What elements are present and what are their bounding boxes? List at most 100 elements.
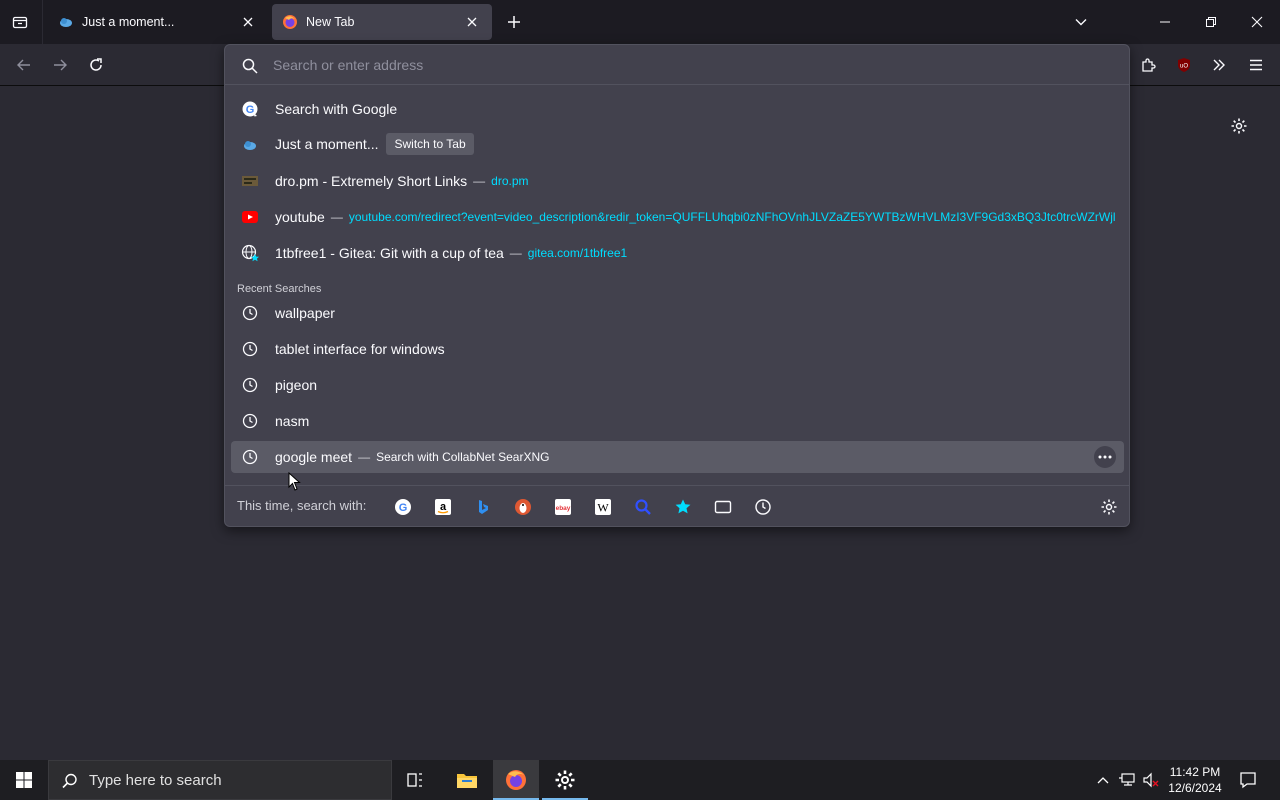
tab-separator bbox=[42, 0, 43, 44]
chevron-up-icon bbox=[1097, 777, 1109, 784]
engine-amazon-button[interactable]: a bbox=[431, 495, 455, 519]
newtab-settings-button[interactable] bbox=[1226, 113, 1252, 139]
result-title: Just a moment... bbox=[275, 136, 379, 152]
close-tab-button[interactable] bbox=[462, 12, 482, 32]
new-tab-button[interactable] bbox=[500, 8, 528, 36]
taskbar-firefox[interactable] bbox=[493, 760, 539, 800]
firefox-icon bbox=[282, 14, 298, 30]
network-icon bbox=[1119, 773, 1135, 786]
clock-icon bbox=[241, 412, 259, 430]
result-menu-button[interactable] bbox=[1094, 446, 1116, 468]
hamburger-icon bbox=[1250, 59, 1262, 71]
close-icon bbox=[467, 17, 477, 27]
tab-title: Just a moment... bbox=[82, 15, 175, 29]
taskbar-file-explorer[interactable] bbox=[444, 760, 490, 800]
firefox-view-button[interactable] bbox=[4, 6, 36, 38]
firefox-icon bbox=[506, 770, 526, 790]
one-off-search-bar: This time, search with: G a ebay W bbox=[225, 485, 1129, 527]
start-button[interactable] bbox=[0, 760, 48, 800]
minimize-icon bbox=[1160, 21, 1170, 23]
gear-icon bbox=[555, 770, 575, 790]
bookmarks-icon bbox=[675, 499, 691, 514]
switch-to-tab-button[interactable]: Switch to Tab bbox=[386, 133, 474, 155]
search-settings-button[interactable] bbox=[1097, 495, 1121, 519]
result-title: Search with Google bbox=[275, 101, 398, 117]
app-menu-button[interactable] bbox=[1240, 49, 1272, 81]
show-hidden-icons-button[interactable] bbox=[1092, 760, 1114, 800]
search-tabs-button[interactable] bbox=[711, 495, 735, 519]
plus-icon bbox=[508, 16, 520, 28]
folder-icon bbox=[457, 774, 477, 788]
arrow-right-icon bbox=[54, 59, 67, 71]
recent-search-item[interactable]: nasm bbox=[231, 405, 1124, 437]
tab-new-tab[interactable]: New Tab bbox=[272, 4, 492, 40]
network-button[interactable] bbox=[1116, 760, 1138, 800]
engine-duckduckgo-button[interactable] bbox=[511, 495, 535, 519]
engine-google-button[interactable]: G bbox=[391, 495, 415, 519]
dropm-icon bbox=[241, 172, 259, 190]
taskbar-clock[interactable]: 11:42 PM 12/6/2024 bbox=[1166, 764, 1224, 796]
result-gitea[interactable]: 1tbfree1 - Gitea: Git with a cup of tea … bbox=[231, 237, 1124, 269]
result-dropm[interactable]: dro.pm - Extremely Short Links — dro.pm bbox=[231, 165, 1124, 197]
clock-time: 11:42 PM bbox=[1169, 765, 1221, 779]
mouse-cursor-icon bbox=[288, 472, 301, 491]
close-window-button[interactable] bbox=[1234, 0, 1280, 44]
overflow-menu-button[interactable] bbox=[1203, 49, 1235, 81]
recent-search-item[interactable]: wallpaper bbox=[231, 297, 1124, 329]
recent-search-item-selected[interactable]: google meet — Search with CollabNet Sear… bbox=[231, 441, 1124, 473]
windows-logo-icon bbox=[16, 772, 32, 788]
windows-taskbar: Type here to search 11:42 PM 12/6/2024 bbox=[0, 760, 1280, 800]
search-icon bbox=[62, 773, 77, 789]
engine-ebay-button[interactable]: ebay bbox=[551, 495, 575, 519]
task-view-button[interactable] bbox=[392, 760, 438, 800]
result-title: tablet interface for windows bbox=[275, 341, 445, 357]
svg-text:G: G bbox=[399, 502, 408, 514]
result-title: nasm bbox=[275, 413, 310, 429]
google-icon: G bbox=[395, 499, 411, 515]
close-tab-button[interactable] bbox=[238, 12, 258, 32]
taskbar-settings[interactable] bbox=[542, 760, 588, 800]
reload-icon bbox=[90, 58, 102, 71]
close-icon bbox=[1251, 16, 1263, 28]
extensions-button[interactable] bbox=[1132, 49, 1164, 81]
result-separator: — bbox=[473, 174, 486, 188]
one-off-label: This time, search with: bbox=[237, 498, 367, 513]
back-button[interactable] bbox=[8, 49, 40, 81]
result-title: google meet bbox=[275, 449, 353, 465]
puzzle-icon bbox=[1142, 58, 1156, 72]
engine-bing-button[interactable] bbox=[471, 495, 495, 519]
engine-wikipedia-button[interactable]: W bbox=[591, 495, 615, 519]
result-switch-tab[interactable]: Just a moment... Switch to Tab bbox=[231, 129, 1124, 161]
notification-icon bbox=[1240, 772, 1256, 789]
search-history-button[interactable] bbox=[751, 495, 775, 519]
more-horizontal-icon bbox=[1098, 455, 1112, 459]
minimize-button[interactable] bbox=[1142, 0, 1188, 44]
recent-search-item[interactable]: tablet interface for windows bbox=[231, 333, 1124, 365]
search-bookmarks-button[interactable] bbox=[671, 495, 695, 519]
svg-text:G: G bbox=[246, 104, 255, 116]
forward-button[interactable] bbox=[44, 49, 76, 81]
recent-search-item[interactable]: pigeon bbox=[231, 369, 1124, 401]
clock-date: 12/6/2024 bbox=[1168, 781, 1222, 795]
restore-button[interactable] bbox=[1188, 0, 1234, 44]
list-all-tabs-button[interactable] bbox=[1058, 0, 1104, 44]
action-center-button[interactable] bbox=[1234, 760, 1262, 800]
result-title: 1tbfree1 - Gitea: Git with a cup of tea bbox=[275, 245, 504, 261]
clock-icon bbox=[241, 376, 259, 394]
result-url: gitea.com/1tbfree1 bbox=[527, 246, 628, 260]
ublock-origin-button[interactable]: uO bbox=[1168, 49, 1200, 81]
tab-just-a-moment[interactable]: Just a moment... bbox=[48, 4, 268, 40]
reload-button[interactable] bbox=[80, 49, 112, 81]
urlbar-input[interactable] bbox=[273, 53, 1103, 77]
engine-searxng-button[interactable] bbox=[631, 495, 655, 519]
tab-title: New Tab bbox=[306, 15, 355, 29]
wikipedia-icon: W bbox=[595, 499, 611, 515]
gear-icon bbox=[1101, 499, 1117, 515]
volume-button[interactable] bbox=[1140, 760, 1162, 800]
restore-icon bbox=[1206, 17, 1216, 27]
result-youtube[interactable]: youtube — youtube.com/redirect?event=vid… bbox=[231, 201, 1124, 233]
result-search-with-google[interactable]: G Search with Google bbox=[231, 93, 1124, 125]
taskbar-search-box[interactable]: Type here to search bbox=[48, 760, 392, 800]
cloud-icon bbox=[241, 136, 259, 154]
urlbar-popup: G Search with Google Just a moment... Sw… bbox=[224, 44, 1130, 527]
